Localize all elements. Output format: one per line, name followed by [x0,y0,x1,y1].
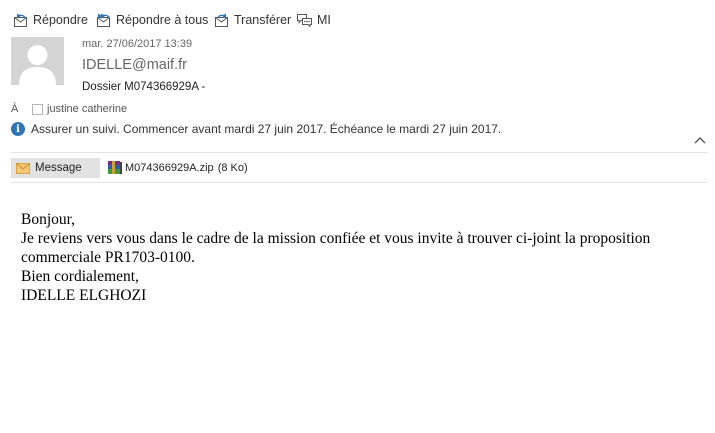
recipients-row: À justine catherine [11,103,127,115]
forward-icon [215,13,228,27]
followup-infobar: i Assurer un suivi. Commencer avant mard… [11,122,501,136]
chevron-up-icon [694,137,706,144]
reply-label: Répondre [33,13,88,27]
email-subject: Dossier M074366929A - [82,81,206,93]
attachments-divider [11,182,708,183]
forward-button[interactable]: Transférer [213,10,291,30]
recipient-checkbox[interactable] [32,103,43,115]
envelope-icon [16,162,30,174]
reply-all-icon [97,13,110,27]
reading-pane-toolbar: Répondre Répondre à tous Transférer MI [0,0,715,38]
reply-icon [14,13,27,27]
body-line-signature: IDELLE ELGHOZI [21,287,147,304]
sent-date: mar. 27/06/2017 13:39 [82,38,193,50]
sender-avatar[interactable] [11,37,64,85]
reply-button[interactable]: Répondre [12,10,88,30]
instant-message-label: MI [317,13,331,27]
chat-icon [297,14,312,28]
person-icon [19,45,56,85]
followup-text: Assurer un suivi. Commencer avant mardi … [31,122,502,136]
zip-archive-icon [108,161,122,174]
reply-all-label: Répondre à tous [116,13,209,27]
message-tab-label: Message [35,162,82,174]
sender-address[interactable]: IDELLE@maif.fr [82,57,187,73]
body-line-message: Je reviens vers vous dans le cadre de la… [21,230,651,247]
body-line-greeting: Bonjour, [21,211,76,228]
collapse-header-button[interactable] [692,132,708,148]
recipient-name[interactable]: justine catherine [47,103,127,115]
header-divider [11,152,708,153]
info-icon: i [11,122,25,136]
email-body: Bonjour, Je reviens vers vous dans le ca… [21,210,701,305]
attachment-item[interactable]: M074366929A.zip (8 Ko) [107,158,248,178]
to-label: À [11,103,19,115]
instant-message-button[interactable]: MI [296,10,331,30]
body-line-closing: Bien cordialement, [21,268,139,285]
reply-all-button[interactable]: Répondre à tous [95,10,208,30]
forward-label: Transférer [234,13,292,27]
attachment-filename: M074366929A.zip [125,162,214,174]
body-line-message-cont: commerciale PR1703-0100. [21,249,195,266]
attachment-size: (8 Ko) [217,162,248,174]
message-tab[interactable]: Message [11,158,100,178]
